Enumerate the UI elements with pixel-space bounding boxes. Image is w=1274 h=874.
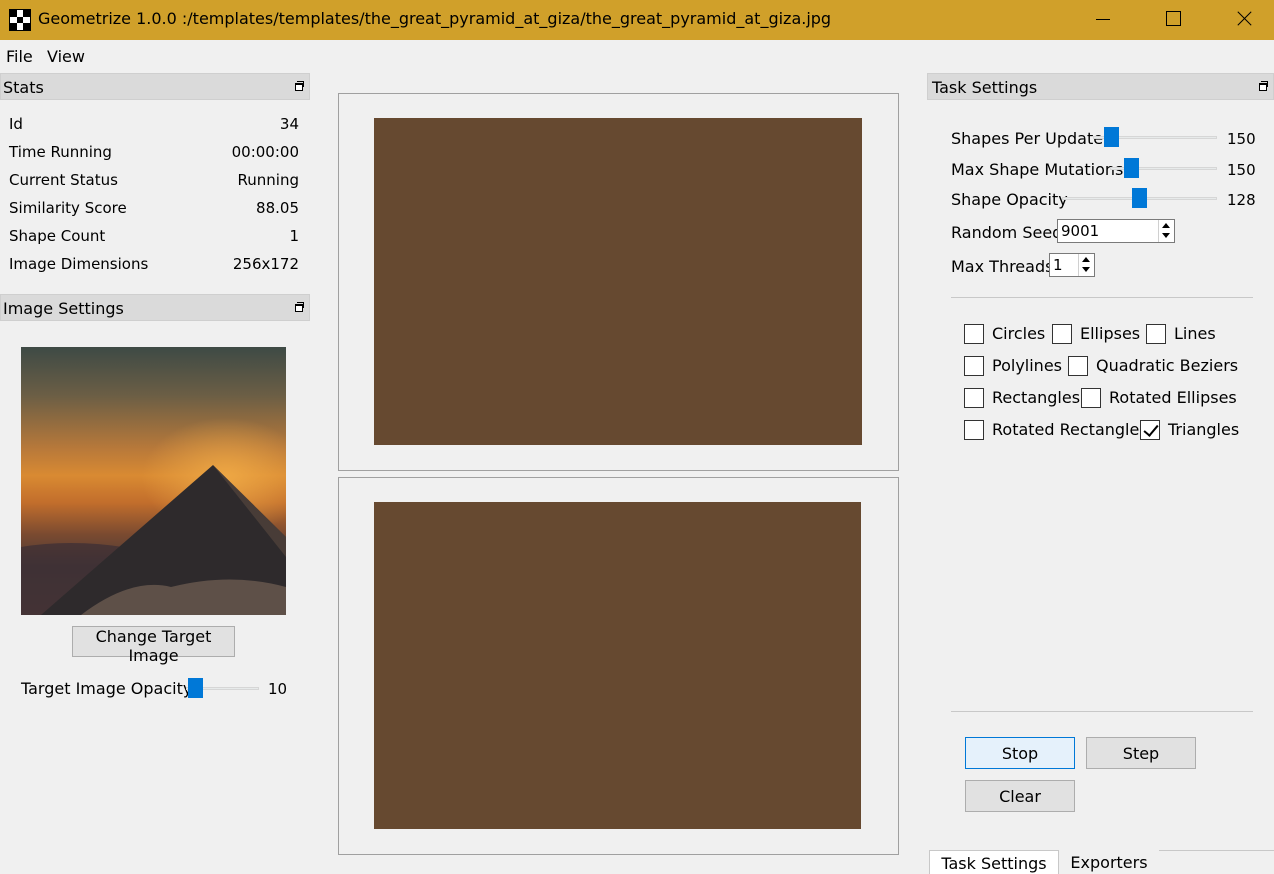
spin-down-icon[interactable] [1162, 233, 1170, 238]
stat-row: Current Status Running [9, 171, 299, 193]
slider-thumb[interactable] [1104, 127, 1119, 147]
shape-opacity-label: Shape Opacity [951, 190, 1068, 209]
slider-thumb[interactable] [188, 678, 203, 698]
random-seed-spinbox[interactable]: 9001 [1057, 219, 1175, 243]
stats-dock-title: Stats [0, 73, 310, 100]
random-seed-label: Random Seed [951, 223, 1063, 242]
separator [951, 297, 1253, 298]
task-settings-dock-title: Task Settings [927, 73, 1274, 100]
random-seed-value: 9001 [1061, 222, 1100, 240]
app-icon [9, 9, 31, 31]
title-bar: Geometrize 1.0.0 :/templates/templates/t… [0, 0, 1274, 40]
menu-bar: File View [0, 44, 400, 70]
window-title: Geometrize 1.0.0 :/templates/templates/t… [38, 9, 832, 28]
target-opacity-value: 10 [268, 680, 288, 698]
shape-opacity-slider[interactable] [1062, 188, 1217, 208]
shapes-per-update-value: 150 [1227, 130, 1256, 148]
result-view-frame [338, 477, 899, 855]
stat-label: Current Status [9, 171, 118, 189]
stat-row: Shape Count 1 [9, 227, 299, 249]
shape-opacity-value: 128 [1227, 191, 1256, 209]
slider-thumb[interactable] [1124, 158, 1139, 178]
minimize-button[interactable] [1068, 0, 1138, 40]
change-target-image-button[interactable]: Change Target Image [72, 626, 235, 665]
target-image-preview [21, 347, 286, 615]
target-opacity-label: Target Image Opacity [21, 679, 193, 698]
target-canvas[interactable] [374, 118, 862, 445]
stat-value: 1 [289, 227, 299, 245]
spin-up-icon[interactable] [1082, 257, 1090, 262]
stat-row: Id 34 [9, 115, 299, 137]
shapes-per-update-label: Shapes Per Update [951, 129, 1104, 148]
slider-thumb[interactable] [1132, 188, 1147, 208]
stat-value: Running [237, 171, 299, 189]
image-settings-dock-title: Image Settings [0, 294, 310, 321]
stat-label: Id [9, 115, 23, 133]
float-dock-icon[interactable] [295, 302, 304, 312]
stop-button[interactable]: Stop [965, 737, 1075, 769]
max-threads-value: 1 [1053, 256, 1063, 274]
stat-row: Time Running 00:00:00 [9, 143, 299, 165]
step-button[interactable]: Step [1086, 737, 1196, 769]
max-threads-label: Max Threads [951, 257, 1054, 276]
maximize-icon [1166, 11, 1181, 26]
minimize-icon [1096, 19, 1110, 20]
tab-task-settings[interactable]: Task Settings [929, 850, 1059, 874]
max-shape-mutations-value: 150 [1227, 161, 1256, 179]
float-dock-icon[interactable] [295, 81, 304, 91]
maximize-button[interactable] [1138, 0, 1208, 40]
target-opacity-slider[interactable] [186, 678, 259, 698]
separator [951, 711, 1253, 712]
max-shape-mutations-slider[interactable] [1110, 158, 1217, 178]
task-settings-title: Task Settings [932, 78, 1038, 97]
stat-value: 34 [279, 115, 299, 133]
stat-value: 00:00:00 [231, 143, 299, 161]
menu-view[interactable]: View [47, 47, 85, 66]
spin-up-icon[interactable] [1162, 223, 1170, 228]
close-button[interactable] [1208, 0, 1274, 40]
stat-value: 88.05 [256, 199, 299, 217]
target-view-frame [338, 93, 899, 471]
tab-bar-line [1159, 850, 1274, 851]
max-shape-mutations-label: Max Shape Mutations [951, 160, 1124, 179]
spin-down-icon[interactable] [1082, 267, 1090, 272]
stat-label: Shape Count [9, 227, 106, 245]
shapes-per-update-slider[interactable] [1093, 127, 1217, 147]
stat-label: Similarity Score [9, 199, 127, 217]
float-dock-icon[interactable] [1259, 81, 1268, 91]
max-threads-spinbox[interactable]: 1 [1049, 253, 1095, 277]
menu-file[interactable]: File [6, 47, 33, 66]
clear-button[interactable]: Clear [965, 780, 1075, 812]
tab-exporters[interactable]: Exporters [1059, 850, 1159, 874]
stat-label: Time Running [9, 143, 112, 161]
stat-value: 256x172 [232, 255, 299, 273]
stat-label: Image Dimensions [9, 255, 149, 273]
stat-row: Image Dimensions 256x172 [9, 255, 299, 277]
stat-row: Similarity Score 88.05 [9, 199, 299, 221]
stats-title: Stats [3, 78, 44, 97]
result-canvas[interactable] [374, 502, 861, 829]
image-settings-title: Image Settings [3, 299, 124, 318]
